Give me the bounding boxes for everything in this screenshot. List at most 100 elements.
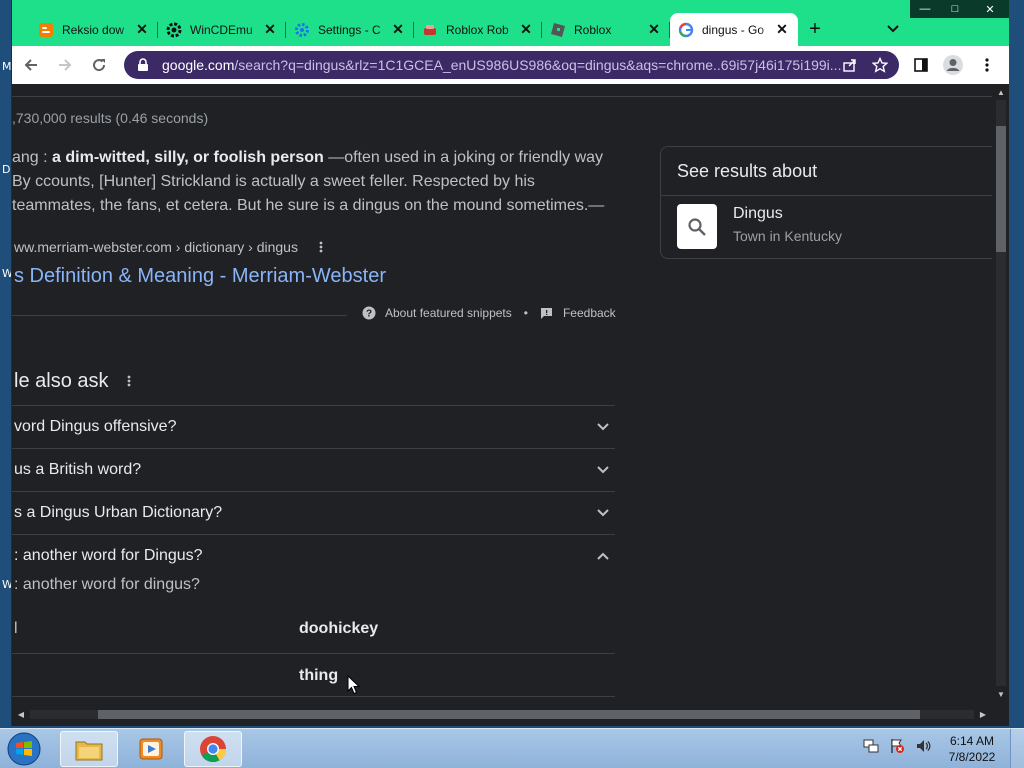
- close-tab-icon[interactable]: ✕: [646, 21, 662, 38]
- knowledge-panel: See results about Dingus Town in Kentuck…: [660, 146, 992, 259]
- result-stats: ,730,000 results (0.46 seconds): [12, 110, 209, 126]
- divider: [12, 696, 615, 697]
- clock-date: 7/8/2022: [948, 750, 996, 764]
- start-button[interactable]: [4, 731, 44, 767]
- file-explorer-icon: [75, 741, 103, 761]
- synonym-row: l doohickey: [12, 605, 615, 652]
- tab-search-chevron-icon[interactable]: [882, 18, 904, 40]
- feedback-link[interactable]: Feedback: [563, 306, 616, 320]
- scrollbar-thumb[interactable]: [996, 126, 1006, 252]
- system-tray: [862, 737, 932, 755]
- snippet-definition: a dim-witted, silly, or foolish person: [52, 149, 324, 166]
- scrollbar-corner: [992, 702, 1009, 726]
- close-tab-icon[interactable]: ✕: [518, 21, 534, 38]
- close-tab-icon[interactable]: ✕: [134, 21, 150, 38]
- tab-roblox-rob[interactable]: Roblox Rob ✕: [414, 13, 542, 46]
- back-arrow-icon[interactable]: [16, 50, 46, 80]
- action-center-flag-icon[interactable]: [888, 737, 906, 755]
- roblox-icon: [550, 22, 566, 38]
- tab-dingus[interactable]: dingus - Go ✕: [670, 13, 798, 46]
- forward-arrow-icon[interactable]: [50, 50, 80, 80]
- toolbar: google.com/search?q=dingus&rlz=1C1GCEA_e…: [12, 46, 1009, 84]
- clock[interactable]: 6:14 AM 7/8/2022: [940, 733, 1004, 765]
- tab-title: WinCDEmu: [190, 22, 253, 37]
- horizontal-scrollbar[interactable]: ◀ ▶: [12, 702, 992, 726]
- tab-title: Reksio dow: [62, 22, 125, 37]
- gear-icon: [166, 22, 182, 38]
- blogger-icon: [38, 22, 54, 38]
- synonym-word[interactable]: doohickey: [299, 620, 378, 638]
- more-options-icon[interactable]: [316, 241, 326, 253]
- volume-icon[interactable]: [914, 737, 932, 755]
- tab-roblox[interactable]: Roblox ✕: [542, 13, 670, 46]
- paa-question-text: vord Dingus offensive?: [14, 418, 177, 435]
- scroll-up-arrow-icon[interactable]: ▲: [992, 84, 1009, 100]
- minimize-button[interactable]: —: [910, 0, 940, 18]
- close-window-button[interactable]: ✕: [970, 0, 1009, 18]
- tab-settings[interactable]: Settings - C ✕: [286, 13, 414, 46]
- scrollbar-thumb[interactable]: [98, 710, 920, 719]
- url-path: /search?q=dingus&rlz=1C1GCEA_enUS986US98…: [234, 57, 842, 73]
- paa-question-text: s a Dingus Urban Dictionary?: [14, 504, 223, 521]
- scroll-right-arrow-icon[interactable]: ▶: [974, 706, 992, 722]
- snippet-lead: ang :: [12, 149, 53, 166]
- close-tab-icon[interactable]: ✕: [774, 21, 790, 38]
- vertical-scrollbar[interactable]: ▲ ▼: [992, 84, 1009, 702]
- bookmark-star-icon[interactable]: [871, 56, 889, 74]
- network-icon[interactable]: [862, 737, 880, 755]
- close-tab-icon[interactable]: ✕: [262, 21, 278, 38]
- separator-dot: •: [523, 306, 528, 320]
- paa-question[interactable]: us a British word?: [12, 448, 615, 491]
- lock-icon[interactable]: [136, 58, 150, 72]
- clock-time: 6:14 AM: [949, 734, 995, 748]
- synonym-row: thing: [12, 652, 615, 699]
- paa-question[interactable]: vord Dingus offensive?: [12, 405, 615, 448]
- file-explorer-taskbar-button[interactable]: [60, 731, 118, 767]
- help-circle-icon: ?: [362, 306, 376, 320]
- reload-icon[interactable]: [84, 50, 114, 80]
- synonym-word[interactable]: thing: [299, 667, 338, 685]
- chevron-down-icon[interactable]: [593, 503, 613, 523]
- chevron-down-icon[interactable]: [593, 460, 613, 480]
- browser-window: — □ ✕ Reksio dow ✕ WinCDEmu ✕ Settings -…: [11, 0, 1009, 726]
- tab-wincdemu[interactable]: WinCDEmu ✕: [158, 13, 286, 46]
- taskbar: 6:14 AM 7/8/2022: [0, 728, 1024, 768]
- side-panel-icon[interactable]: [910, 54, 932, 76]
- google-icon: [678, 22, 694, 38]
- maximize-button[interactable]: □: [940, 0, 970, 18]
- new-tab-button[interactable]: +: [804, 18, 826, 40]
- tab-title: dingus - Go: [702, 22, 765, 37]
- profile-avatar-icon[interactable]: [942, 54, 964, 76]
- cite-url: ww.merriam-webster.com › dictionary › di…: [14, 239, 298, 255]
- url-text[interactable]: google.com/search?q=dingus&rlz=1C1GCEA_e…: [162, 57, 842, 73]
- media-player-taskbar-button[interactable]: [122, 731, 180, 767]
- address-bar[interactable]: google.com/search?q=dingus&rlz=1C1GCEA_e…: [124, 51, 899, 79]
- scroll-down-arrow-icon[interactable]: ▼: [992, 686, 1009, 702]
- chevron-down-icon[interactable]: [593, 417, 613, 437]
- svg-text:?: ?: [366, 309, 372, 320]
- close-tab-icon[interactable]: ✕: [390, 21, 406, 38]
- chevron-up-icon[interactable]: [593, 546, 613, 566]
- search-results-page: ,730,000 results (0.46 seconds) ang : a …: [12, 84, 992, 702]
- share-icon[interactable]: [841, 56, 859, 74]
- show-desktop-button[interactable]: [1010, 729, 1024, 768]
- more-options-icon[interactable]: [127, 370, 131, 393]
- paa-answer-heading: : another word for dingus?: [14, 576, 200, 593]
- scroll-left-arrow-icon[interactable]: ◀: [12, 706, 30, 722]
- people-also-ask-heading: le also ask: [14, 370, 131, 393]
- about-snippets-link[interactable]: About featured snippets: [385, 306, 512, 320]
- featured-snippet: ang : a dim-witted, silly, or foolish pe…: [12, 146, 617, 218]
- menu-kebab-icon[interactable]: [976, 54, 998, 76]
- search-icon[interactable]: [677, 204, 717, 249]
- window-controls: — □ ✕: [910, 0, 1009, 18]
- windows-logo-icon: [7, 732, 41, 766]
- paa-question-expanded[interactable]: : another word for Dingus?: [12, 534, 615, 577]
- knowledge-panel-entity[interactable]: Dingus: [733, 205, 783, 223]
- paa-question[interactable]: s a Dingus Urban Dictionary?: [12, 491, 615, 534]
- tab-reksio[interactable]: Reksio dow ✕: [30, 13, 158, 46]
- chrome-taskbar-button[interactable]: [184, 731, 242, 767]
- result-title-link[interactable]: s Definition & Meaning - Merriam-Webster: [14, 265, 386, 288]
- media-player-icon: [139, 738, 163, 760]
- settings-gear-icon: [294, 22, 310, 38]
- paa-heading-text: le also ask: [14, 370, 109, 392]
